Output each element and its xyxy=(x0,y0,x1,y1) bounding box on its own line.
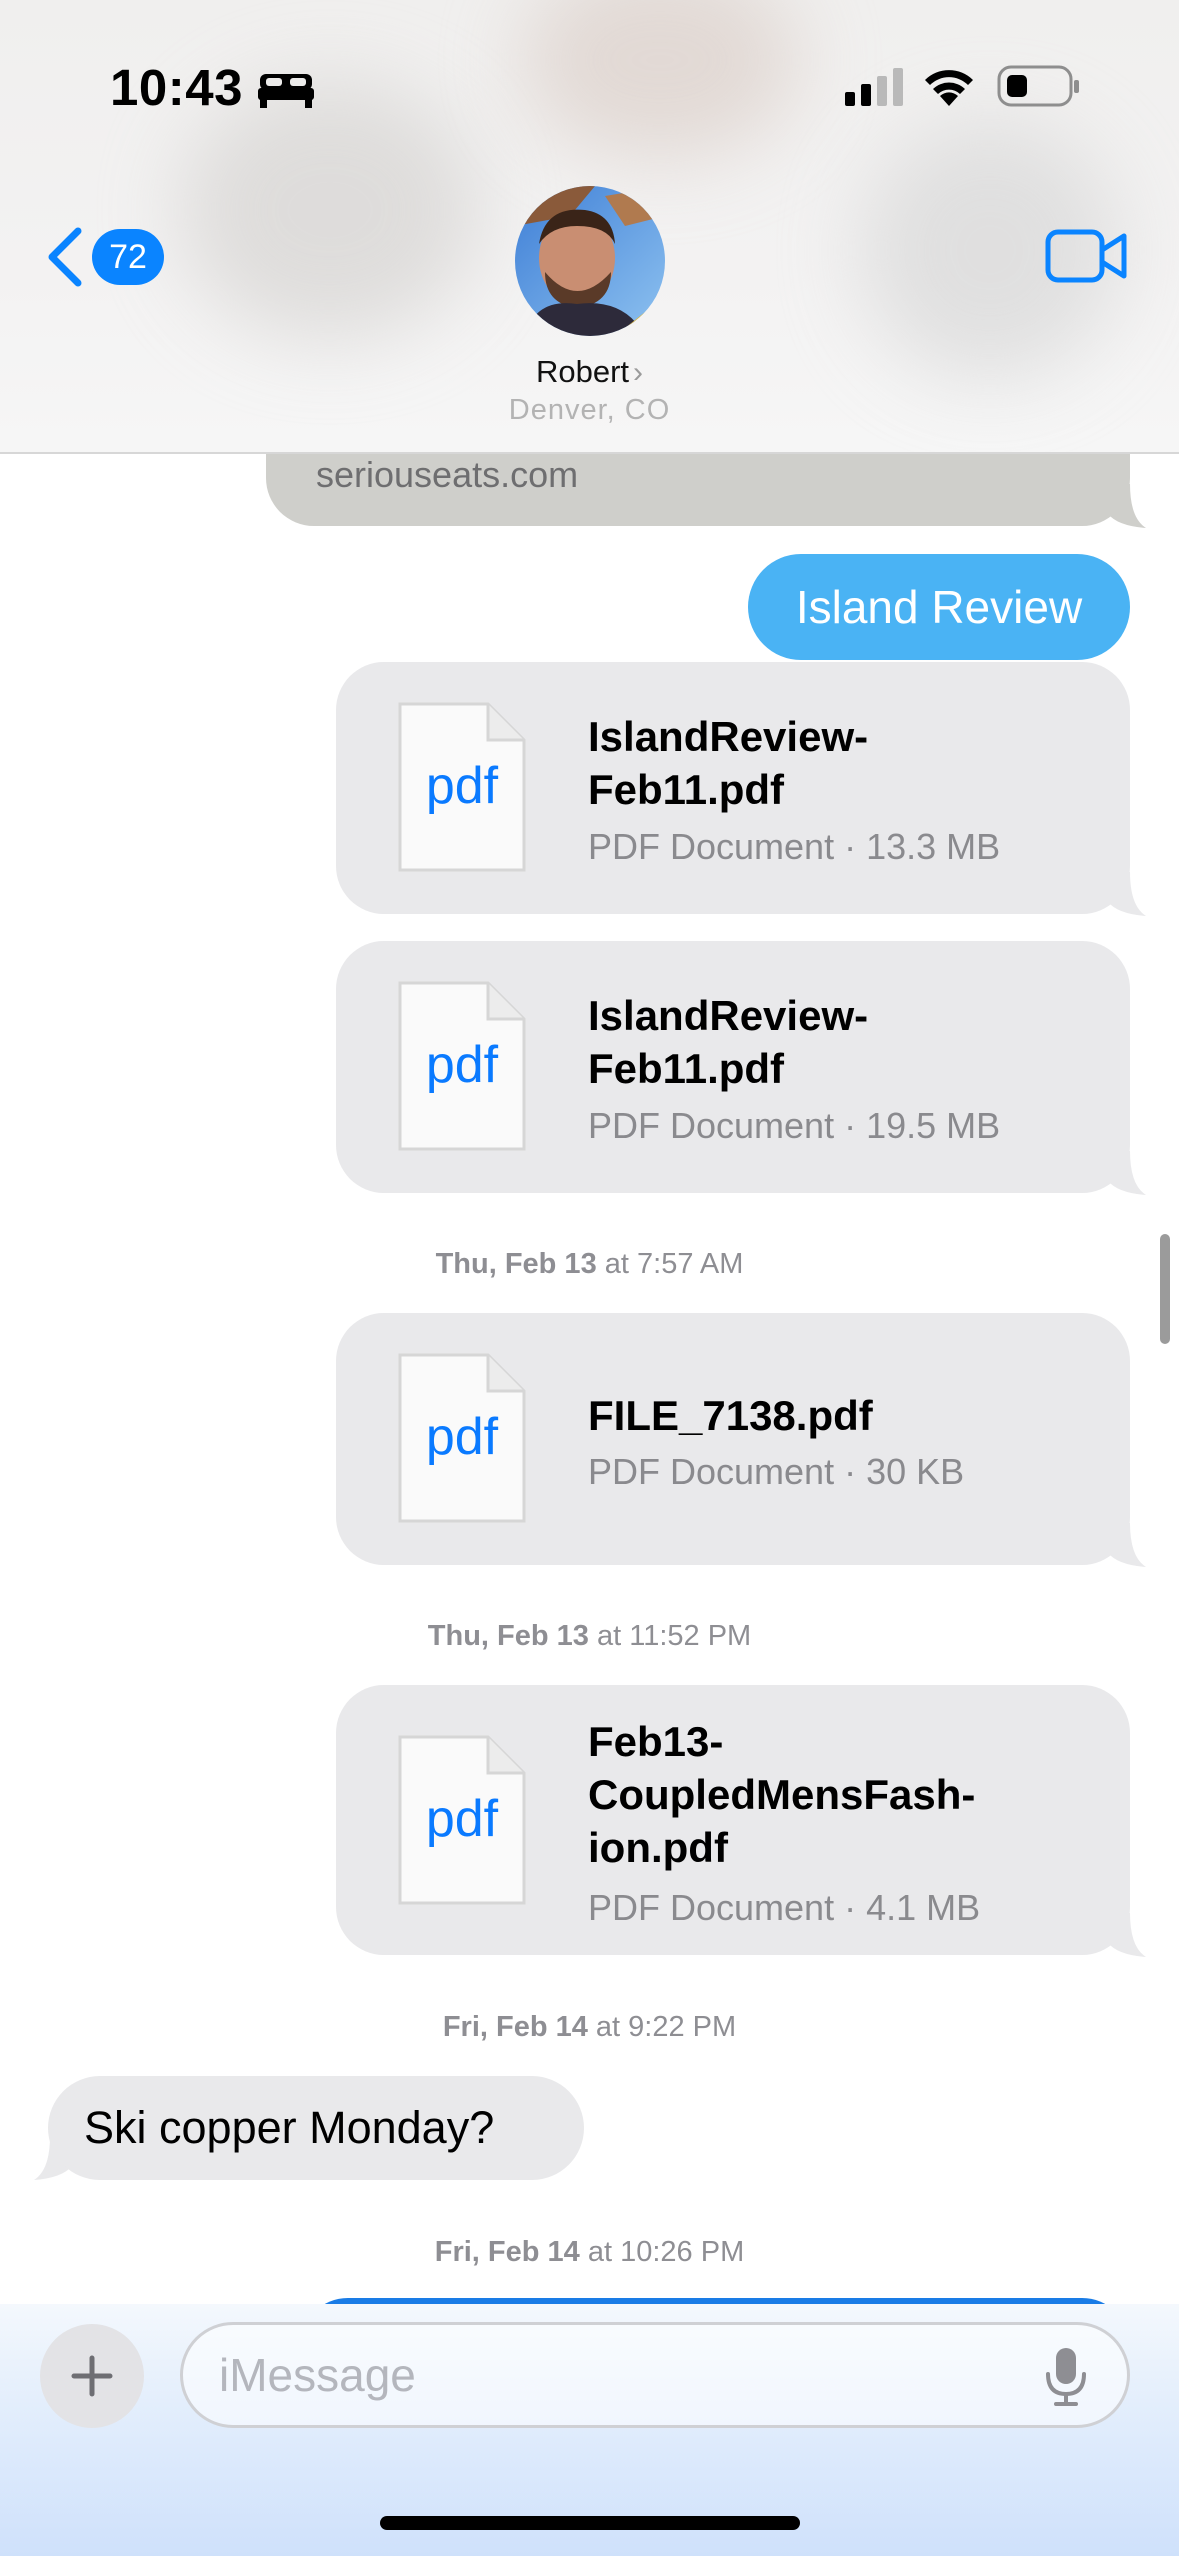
pdf-attachment-bubble[interactable]: pdf IslandReview- Feb11.pdf PDF Document… xyxy=(336,941,1130,1193)
message-timestamp: Thu, Feb 13 at 11:52 PM xyxy=(427,1620,752,1652)
link-preview-domain: seriouseats.com xyxy=(316,454,579,495)
bubble-tail xyxy=(1108,1151,1146,1195)
pdf-file-name: Feb13- CoupledMensFash- ion.pdf xyxy=(588,1718,976,1871)
message-timestamp: Fri, Feb 14 at 9:22 PM xyxy=(442,2011,737,2043)
bubble-tail xyxy=(1108,1523,1146,1567)
contact-name[interactable]: Robert › xyxy=(0,354,1179,390)
pdf-file-meta: PDF Document · 4.1 MB xyxy=(588,1887,981,1928)
pdf-attachment-bubble[interactable]: pdf Feb13- CoupledMensFash- ion.pdf PDF … xyxy=(336,1685,1130,1955)
pdf-attachment-bubble[interactable]: pdf IslandReview- Feb11.pdf PDF Document… xyxy=(336,662,1130,914)
pdf-file-name: IslandReview- Feb11.pdf xyxy=(588,992,869,1092)
chevron-right-icon: › xyxy=(633,356,644,389)
pdf-file-meta: PDF Document · 30 KB xyxy=(588,1451,965,1492)
sent-message-text: Island Review xyxy=(795,581,1083,633)
apps-plus-button[interactable] xyxy=(40,2324,144,2428)
message-timestamp: Thu, Feb 13 at 7:57 AM xyxy=(435,1248,744,1280)
sent-message-bubble[interactable]: Island Review xyxy=(748,554,1130,660)
message-timestamp: Fri, Feb 14 at 10:26 PM xyxy=(434,2236,745,2268)
cellular-signal-icon xyxy=(845,68,903,106)
microphone-icon[interactable] xyxy=(1044,2346,1088,2408)
pdf-file-meta: PDF Document · 13.3 MB xyxy=(588,826,1001,867)
pdf-file-icon: pdf xyxy=(396,1733,528,1907)
plus-icon xyxy=(71,2355,113,2397)
bubble-tail xyxy=(1108,484,1146,528)
received-message-text: Ski copper Monday? xyxy=(84,2102,495,2153)
bubble-tail xyxy=(1108,872,1146,916)
wifi-icon xyxy=(925,70,973,106)
contact-location: Denver, CO xyxy=(508,394,671,426)
contact-avatar[interactable] xyxy=(515,186,665,336)
received-message-bubble[interactable]: Ski copper Monday? xyxy=(48,2076,584,2180)
bubble-tail xyxy=(1108,1913,1146,1957)
home-indicator xyxy=(380,2516,800,2530)
battery-icon xyxy=(997,65,1079,107)
conversation-header: 10:43 72 Robert › Denver, CO xyxy=(0,0,1179,454)
unread-count-badge: 72 xyxy=(92,229,164,285)
scrollbar[interactable] xyxy=(1160,1234,1170,1344)
back-button[interactable]: 72 xyxy=(44,222,164,292)
status-time: 10:43 xyxy=(110,59,243,116)
pdf-file-name: IslandReview- Feb11.pdf xyxy=(588,713,869,813)
pdf-file-name: FILE_7138.pdf xyxy=(588,1392,873,1439)
message-input[interactable] xyxy=(180,2322,1130,2428)
pdf-file-meta: PDF Document · 19.5 MB xyxy=(588,1105,1001,1146)
pdf-attachment-bubble[interactable]: pdf FILE_7138.pdf PDF Document · 30 KB xyxy=(336,1313,1130,1565)
sleep-focus-icon xyxy=(258,74,314,108)
pdf-file-icon: pdf xyxy=(396,700,528,874)
pdf-file-icon: pdf xyxy=(396,1351,528,1525)
video-call-icon[interactable] xyxy=(1044,226,1128,286)
chevron-left-icon xyxy=(48,227,82,287)
pdf-file-icon: pdf xyxy=(396,979,528,1153)
